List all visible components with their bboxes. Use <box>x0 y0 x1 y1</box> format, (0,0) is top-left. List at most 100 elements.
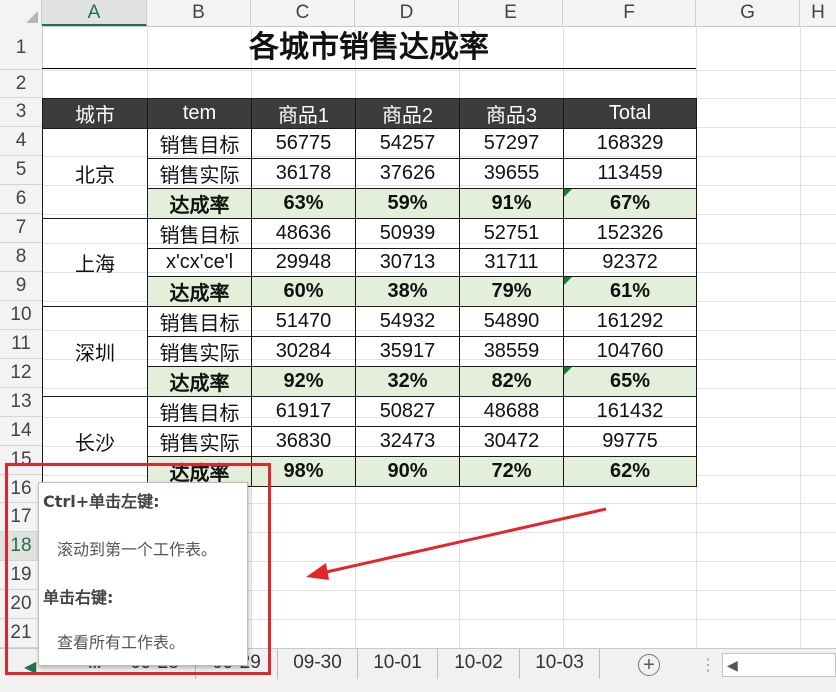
total-cell[interactable]: 104760 <box>563 336 697 367</box>
column-header-b[interactable]: B <box>147 0 251 26</box>
metric-label-cell[interactable]: 销售实际 <box>147 158 252 189</box>
product-2-cell[interactable]: 50939 <box>355 218 460 249</box>
product-1-cell[interactable]: 51470 <box>251 306 356 337</box>
column-header-h[interactable]: H <box>800 0 836 26</box>
total-cell[interactable]: 152326 <box>563 218 697 249</box>
total-cell[interactable]: 92372 <box>563 248 697 277</box>
metric-label-cell[interactable]: x'cx'ce'l <box>147 248 252 277</box>
sheet-tab[interactable]: 10-02 <box>438 649 520 679</box>
product-2-cell[interactable]: 35917 <box>355 336 460 367</box>
row-header-3[interactable]: 3 <box>0 98 42 127</box>
product-1-cell[interactable]: 61917 <box>251 396 356 427</box>
row-header-5[interactable]: 5 <box>0 156 42 185</box>
sheet-tab[interactable]: 09-30 <box>278 649 358 679</box>
metric-label-cell[interactable]: 销售实际 <box>147 336 252 367</box>
metric-label-cell[interactable]: 达成率 <box>147 366 252 397</box>
header-item[interactable]: tem <box>147 98 252 129</box>
product-3-cell[interactable]: 57297 <box>459 128 564 159</box>
red-highlight-box <box>5 463 271 675</box>
metric-label-cell[interactable]: 销售实际 <box>147 426 252 457</box>
product-1-cell[interactable]: 48636 <box>251 218 356 249</box>
product-2-cell[interactable]: 32% <box>355 366 460 397</box>
metric-label-cell[interactable]: 达成率 <box>147 188 252 219</box>
product-2-cell[interactable]: 32473 <box>355 426 460 457</box>
product-3-cell[interactable]: 91% <box>459 188 564 219</box>
product-1-cell[interactable]: 92% <box>251 366 356 397</box>
total-cell[interactable]: 161432 <box>563 396 697 427</box>
header-product-3[interactable]: 商品3 <box>459 98 564 129</box>
product-2-cell[interactable]: 54257 <box>355 128 460 159</box>
select-all-corner[interactable] <box>0 0 42 26</box>
city-cell[interactable]: 深圳 <box>42 306 148 397</box>
sheet-tab[interactable]: 10-03 <box>520 649 600 679</box>
total-cell[interactable]: 168329 <box>563 128 697 159</box>
product-3-cell[interactable]: 72% <box>459 456 564 487</box>
product-2-cell[interactable]: 50827 <box>355 396 460 427</box>
product-3-cell[interactable]: 30472 <box>459 426 564 457</box>
total-cell[interactable]: 161292 <box>563 306 697 337</box>
column-header-f[interactable]: F <box>563 0 696 26</box>
sheet-tab[interactable]: 10-01 <box>358 649 438 679</box>
column-header-e[interactable]: E <box>459 0 563 26</box>
row-header-13[interactable]: 13 <box>0 388 42 417</box>
product-2-cell[interactable]: 90% <box>355 456 460 487</box>
product-1-cell[interactable]: 29948 <box>251 248 356 277</box>
metric-label-cell[interactable]: 达成率 <box>147 276 252 307</box>
row-header-14[interactable]: 14 <box>0 417 42 446</box>
row-header-1[interactable]: 1 <box>0 26 42 70</box>
product-1-cell[interactable]: 36178 <box>251 158 356 189</box>
product-2-cell[interactable]: 38% <box>355 276 460 307</box>
product-3-cell[interactable]: 48688 <box>459 396 564 427</box>
product-2-cell[interactable]: 59% <box>355 188 460 219</box>
total-cell[interactable]: 113459 <box>563 158 697 189</box>
tab-split-handle-icon[interactable]: ⋮ <box>700 655 716 675</box>
total-cell[interactable]: 67% <box>563 188 697 219</box>
column-header-a[interactable]: A <box>42 0 147 26</box>
row-header-8[interactable]: 8 <box>0 243 42 272</box>
product-1-cell[interactable]: 56775 <box>251 128 356 159</box>
product-3-cell[interactable]: 52751 <box>459 218 564 249</box>
column-header-d[interactable]: D <box>355 0 459 26</box>
total-cell[interactable]: 61% <box>563 276 697 307</box>
product-3-cell[interactable]: 54890 <box>459 306 564 337</box>
header-city[interactable]: 城市 <box>42 98 148 129</box>
metric-label-cell[interactable]: 销售目标 <box>147 396 252 427</box>
product-1-cell[interactable]: 30284 <box>251 336 356 367</box>
row-header-11[interactable]: 11 <box>0 330 42 359</box>
metric-label-cell[interactable]: 销售目标 <box>147 306 252 337</box>
total-cell[interactable]: 65% <box>563 366 697 397</box>
row-header-6[interactable]: 6 <box>0 185 42 214</box>
product-3-cell[interactable]: 31711 <box>459 248 564 277</box>
row-header-2[interactable]: 2 <box>0 70 42 98</box>
header-total[interactable]: Total <box>563 98 697 129</box>
row-header-10[interactable]: 10 <box>0 301 42 330</box>
city-cell[interactable]: 上海 <box>42 218 148 307</box>
product-3-cell[interactable]: 38559 <box>459 336 564 367</box>
product-2-cell[interactable]: 30713 <box>355 248 460 277</box>
row-header-4[interactable]: 4 <box>0 127 42 156</box>
product-2-cell[interactable]: 37626 <box>355 158 460 189</box>
product-1-cell[interactable]: 63% <box>251 188 356 219</box>
total-cell[interactable]: 62% <box>563 456 697 487</box>
add-sheet-plus-icon[interactable]: + <box>638 654 660 676</box>
header-product-2[interactable]: 商品2 <box>355 98 460 129</box>
column-header-c[interactable]: C <box>251 0 355 26</box>
scroll-left-arrow-icon[interactable]: ◀ <box>727 657 738 674</box>
row-header-7[interactable]: 7 <box>0 214 42 243</box>
metric-label-cell[interactable]: 销售目标 <box>147 128 252 159</box>
product-3-cell[interactable]: 39655 <box>459 158 564 189</box>
product-2-cell[interactable]: 54932 <box>355 306 460 337</box>
header-product-1[interactable]: 商品1 <box>251 98 356 129</box>
horizontal-scrollbar[interactable]: ◀ <box>722 653 836 677</box>
product-3-cell[interactable]: 82% <box>459 366 564 397</box>
metric-label-cell[interactable]: 销售目标 <box>147 218 252 249</box>
grid-line <box>42 70 836 71</box>
row-header-9[interactable]: 9 <box>0 272 42 301</box>
city-cell[interactable]: 北京 <box>42 128 148 219</box>
product-1-cell[interactable]: 36830 <box>251 426 356 457</box>
product-3-cell[interactable]: 79% <box>459 276 564 307</box>
column-header-g[interactable]: G <box>696 0 800 26</box>
row-header-12[interactable]: 12 <box>0 359 42 388</box>
total-cell[interactable]: 99775 <box>563 426 697 457</box>
product-1-cell[interactable]: 60% <box>251 276 356 307</box>
